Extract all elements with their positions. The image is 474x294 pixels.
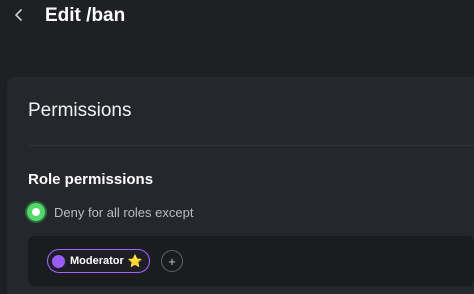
- role-color-dot: [52, 254, 65, 268]
- deny-option-label: Deny for all roles except: [54, 204, 194, 220]
- add-role-button[interactable]: +: [161, 250, 183, 272]
- page-title: Edit /ban: [45, 5, 126, 26]
- back-button[interactable]: [8, 4, 30, 26]
- radio-selected-icon[interactable]: [27, 203, 45, 221]
- star-icon: ⭐: [127, 254, 143, 268]
- role-chip-moderator[interactable]: Moderator ⭐: [47, 249, 150, 273]
- section-divider: [28, 145, 474, 146]
- deny-all-roles-option[interactable]: Deny for all roles except: [27, 201, 193, 223]
- roles-container: Moderator ⭐ +: [28, 236, 474, 286]
- plus-icon: +: [168, 253, 176, 269]
- role-name: Moderator: [70, 255, 124, 267]
- permissions-card: Permissions Role permissions Deny for al…: [7, 77, 474, 294]
- top-header: Edit /ban: [0, 0, 474, 76]
- chevron-left-icon: [15, 9, 22, 21]
- permissions-heading: Permissions: [28, 100, 132, 121]
- role-permissions-title: Role permissions: [28, 171, 154, 188]
